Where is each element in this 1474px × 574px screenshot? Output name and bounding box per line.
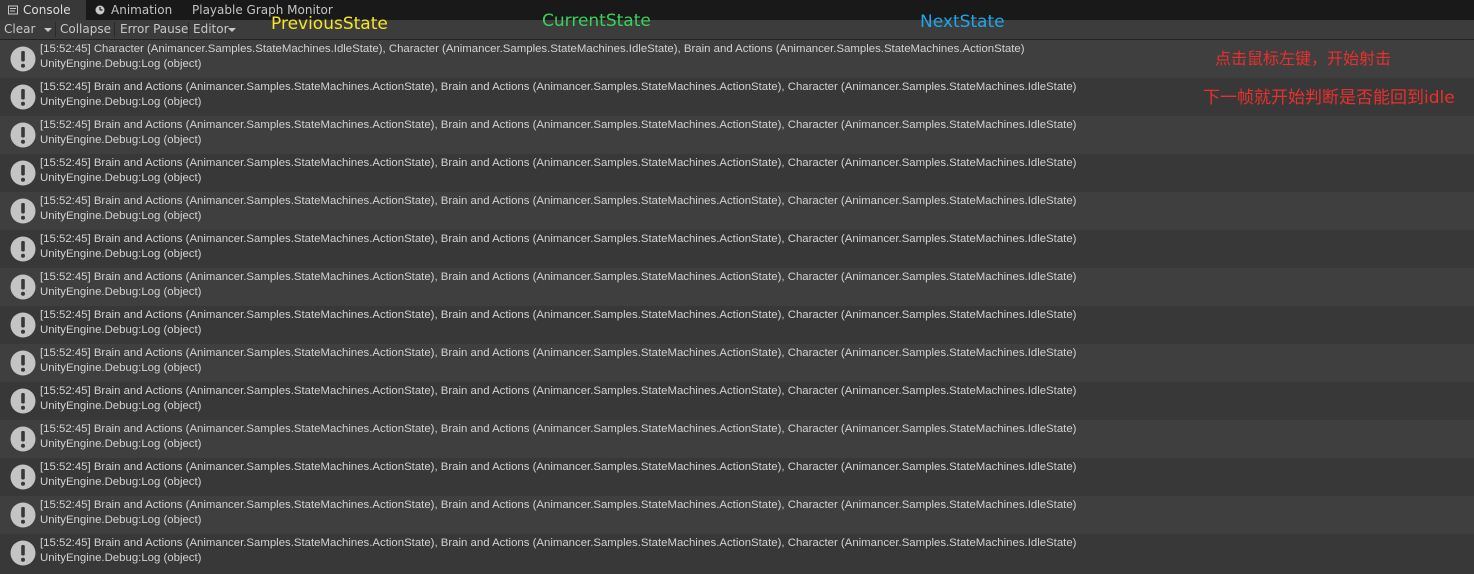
tab-console-label: Console	[23, 3, 71, 17]
log-entry[interactable]: [15:52:45] Brain and Actions (Animancer.…	[0, 192, 1474, 230]
editor-dropdown[interactable]: Editor	[193, 20, 229, 39]
info-icon	[10, 46, 36, 72]
log-stacktrace: UnityEngine.Debug:Log (object)	[40, 134, 202, 146]
log-message: [15:52:45] Brain and Actions (Animancer.…	[40, 271, 1077, 283]
log-message: [15:52:45] Character (Animancer.Samples.…	[40, 43, 1025, 55]
error-pause-button[interactable]: Error Pause	[120, 20, 188, 39]
info-icon	[10, 236, 36, 262]
log-stacktrace: UnityEngine.Debug:Log (object)	[40, 286, 202, 298]
log-entry[interactable]: [15:52:45] Brain and Actions (Animancer.…	[0, 534, 1474, 572]
log-message: [15:52:45] Brain and Actions (Animancer.…	[40, 157, 1077, 169]
console-icon	[8, 5, 18, 15]
editor-dropdown-icon[interactable]	[228, 28, 236, 32]
tab-strip: Console Animation Playable Graph Monitor	[0, 0, 1474, 21]
log-stacktrace: UnityEngine.Debug:Log (object)	[40, 58, 202, 70]
log-message: [15:52:45] Brain and Actions (Animancer.…	[40, 385, 1077, 397]
log-entry[interactable]: [15:52:45] Brain and Actions (Animancer.…	[0, 496, 1474, 534]
log-message: [15:52:45] Brain and Actions (Animancer.…	[40, 309, 1077, 321]
info-icon	[10, 426, 36, 452]
log-entry[interactable]: [15:52:45] Brain and Actions (Animancer.…	[0, 268, 1474, 306]
log-entry[interactable]: [15:52:45] Brain and Actions (Animancer.…	[0, 306, 1474, 344]
toolbar-separator	[55, 22, 56, 37]
log-entry[interactable]: [15:52:45] Brain and Actions (Animancer.…	[0, 420, 1474, 458]
log-entry[interactable]: [15:52:45] Brain and Actions (Animancer.…	[0, 458, 1474, 496]
log-entry[interactable]: [15:52:45] Brain and Actions (Animancer.…	[0, 230, 1474, 268]
error-pause-button-label: Error Pause	[120, 22, 189, 36]
info-icon	[10, 198, 36, 224]
log-message: [15:52:45] Brain and Actions (Animancer.…	[40, 499, 1077, 511]
log-message: [15:52:45] Brain and Actions (Animancer.…	[40, 423, 1077, 435]
log-stacktrace: UnityEngine.Debug:Log (object)	[40, 476, 202, 488]
log-entry[interactable]: [15:52:45] Brain and Actions (Animancer.…	[0, 382, 1474, 420]
log-stacktrace: UnityEngine.Debug:Log (object)	[40, 438, 202, 450]
log-message: [15:52:45] Brain and Actions (Animancer.…	[40, 537, 1077, 549]
clear-button[interactable]: Clear	[4, 20, 35, 39]
next-frame-idle-note: 下一帧就开始判断是否能回到idle	[1203, 88, 1455, 108]
tab-animation-label: Animation	[111, 3, 173, 17]
clear-button-label: Clear	[4, 22, 36, 36]
info-icon	[10, 350, 36, 376]
log-stacktrace: UnityEngine.Debug:Log (object)	[40, 210, 202, 222]
info-icon	[10, 160, 36, 186]
console-log-list[interactable]: [15:52:45] Character (Animancer.Samples.…	[0, 40, 1474, 574]
info-icon	[10, 274, 36, 300]
log-stacktrace: UnityEngine.Debug:Log (object)	[40, 362, 202, 374]
toolbar-separator	[114, 22, 115, 37]
info-icon	[10, 122, 36, 148]
info-icon	[10, 540, 36, 566]
current-state-annotation: CurrentState	[542, 11, 651, 31]
log-message: [15:52:45] Brain and Actions (Animancer.…	[40, 119, 1077, 131]
editor-dropdown-label: Editor	[193, 22, 229, 36]
log-entry[interactable]: [15:52:45] Brain and Actions (Animancer.…	[0, 344, 1474, 382]
clock-icon	[95, 5, 105, 15]
toolbar-separator	[188, 22, 189, 37]
log-stacktrace: UnityEngine.Debug:Log (object)	[40, 324, 202, 336]
next-state-annotation: NextState	[920, 12, 1005, 32]
log-message: [15:52:45] Brain and Actions (Animancer.…	[40, 461, 1077, 473]
left-click-shoot-note: 点击鼠标左键，开始射击	[1215, 49, 1392, 68]
log-message: [15:52:45] Brain and Actions (Animancer.…	[40, 233, 1077, 245]
tab-animation[interactable]: Animation	[87, 0, 182, 20]
info-icon	[10, 502, 36, 528]
previous-state-annotation: PreviousState	[271, 14, 388, 34]
info-icon	[10, 312, 36, 338]
log-stacktrace: UnityEngine.Debug:Log (object)	[40, 514, 202, 526]
tab-console[interactable]: Console	[0, 0, 86, 20]
clear-options-dropdown-icon[interactable]	[44, 28, 52, 32]
log-stacktrace: UnityEngine.Debug:Log (object)	[40, 248, 202, 260]
log-stacktrace: UnityEngine.Debug:Log (object)	[40, 552, 202, 564]
log-message: [15:52:45] Brain and Actions (Animancer.…	[40, 195, 1077, 207]
collapse-button[interactable]: Collapse	[60, 20, 111, 39]
info-icon	[10, 388, 36, 414]
log-stacktrace: UnityEngine.Debug:Log (object)	[40, 400, 202, 412]
log-entry[interactable]: [15:52:45] Brain and Actions (Animancer.…	[0, 116, 1474, 154]
log-message: [15:52:45] Brain and Actions (Animancer.…	[40, 347, 1077, 359]
log-stacktrace: UnityEngine.Debug:Log (object)	[40, 172, 202, 184]
collapse-button-label: Collapse	[60, 22, 111, 36]
console-window: Console Animation Playable Graph Monitor…	[0, 0, 1474, 574]
info-icon	[10, 464, 36, 490]
info-icon	[10, 84, 36, 110]
log-entry[interactable]: [15:52:45] Brain and Actions (Animancer.…	[0, 154, 1474, 192]
console-toolbar: Clear Collapse Error Pause Editor	[0, 20, 1474, 40]
log-stacktrace: UnityEngine.Debug:Log (object)	[40, 96, 202, 108]
log-message: [15:52:45] Brain and Actions (Animancer.…	[40, 81, 1077, 93]
